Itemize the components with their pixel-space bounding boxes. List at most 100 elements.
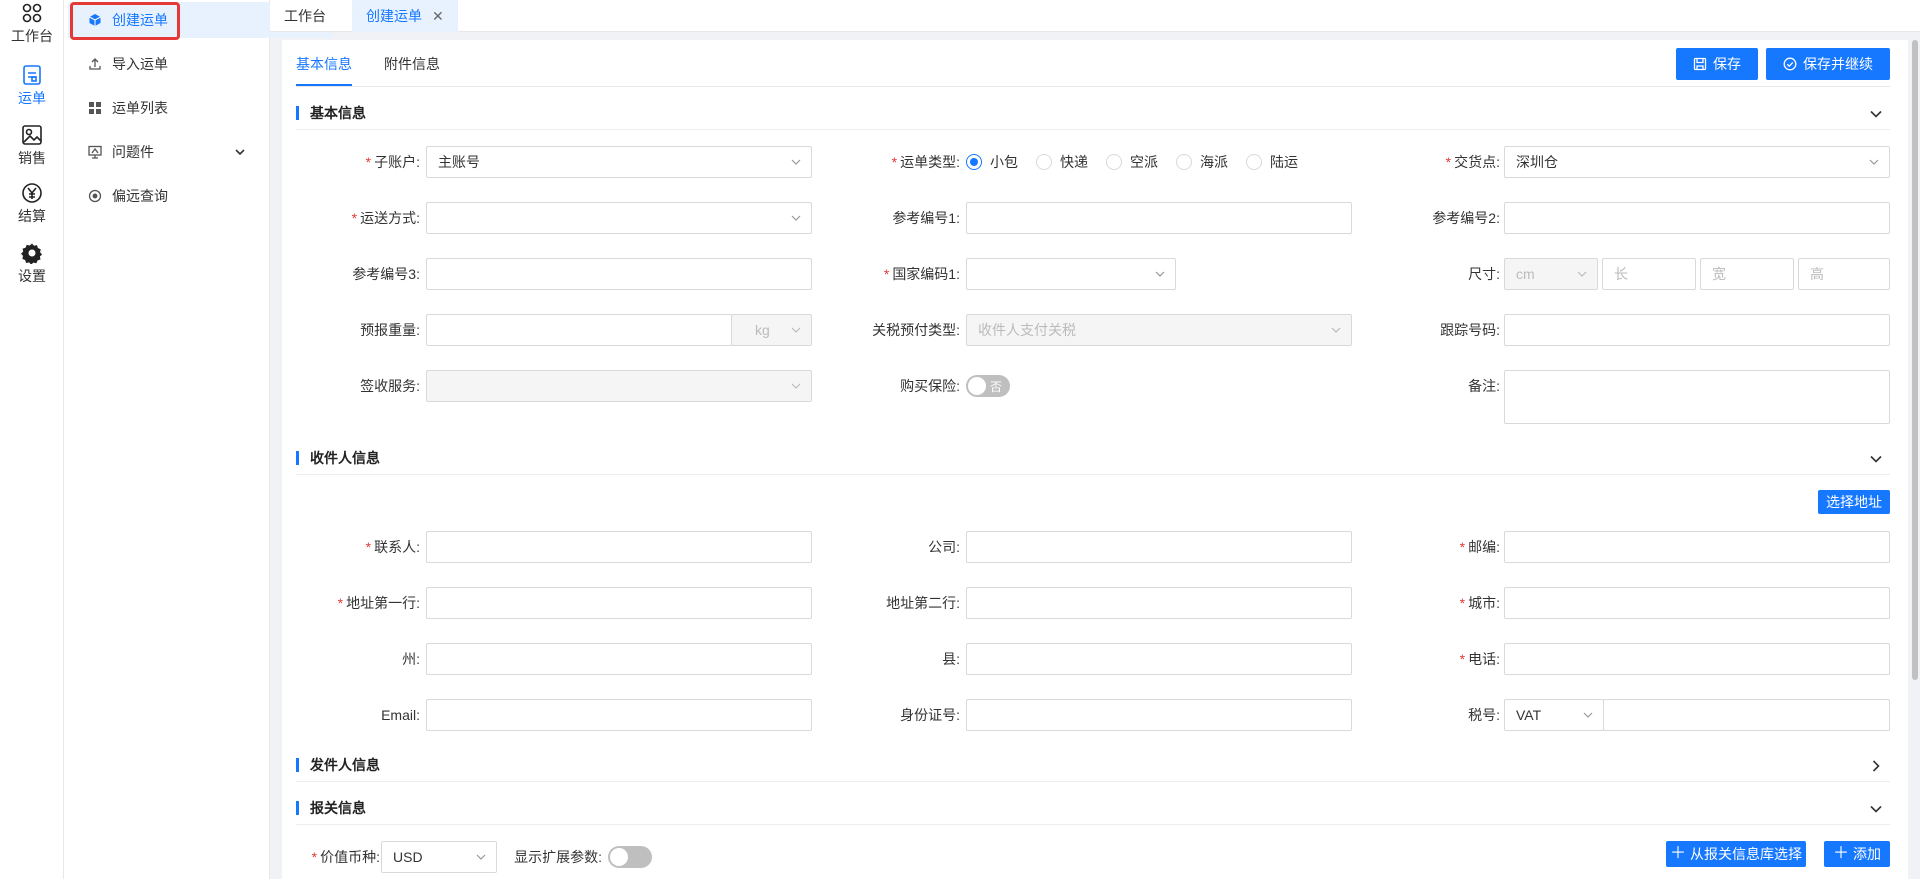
- page-tab-basic[interactable]: 基本信息: [296, 54, 352, 74]
- required-mark: *: [891, 154, 898, 170]
- contact-label: * 联系人:: [282, 531, 420, 563]
- rail-item-workbench[interactable]: 工作台: [0, 2, 64, 46]
- transport-select[interactable]: [426, 202, 812, 234]
- chevron-down-icon[interactable]: [1868, 801, 1884, 817]
- contact-input[interactable]: [426, 531, 812, 563]
- divider: [296, 824, 1890, 825]
- address1-label: * 地址第一行:: [282, 587, 420, 619]
- tab-create-waybill[interactable]: 创建运单 ✕: [352, 0, 458, 32]
- insurance-switch[interactable]: 否: [966, 375, 1010, 397]
- section-title-receiver: 收件人信息: [296, 448, 380, 468]
- length-input[interactable]: 长: [1602, 258, 1696, 290]
- height-input[interactable]: 高: [1798, 258, 1890, 290]
- company-input[interactable]: [966, 531, 1352, 563]
- delivery-point-label: * 交货点:: [1362, 146, 1500, 178]
- address1-input[interactable]: [426, 587, 812, 619]
- close-icon[interactable]: ✕: [432, 8, 444, 25]
- ref1-input[interactable]: [966, 202, 1352, 234]
- rail-item-sales[interactable]: 销售: [0, 124, 64, 168]
- rail-label: 设置: [18, 268, 46, 284]
- tab-label: 工作台: [284, 8, 326, 24]
- radio-land[interactable]: 陆运: [1246, 152, 1298, 172]
- rail-item-waybill[interactable]: 运单: [0, 64, 64, 108]
- section-title-customs: 报关信息: [296, 798, 366, 818]
- tax-prepay-select[interactable]: 收件人支付关税: [966, 314, 1352, 346]
- customs-library-button[interactable]: ＋ 从报关信息库选择: [1666, 841, 1806, 867]
- remark-textarea[interactable]: [1504, 370, 1890, 424]
- button-label: 从报关信息库选择: [1690, 846, 1802, 862]
- chevron-down-icon: [1583, 712, 1593, 718]
- weight-unit-select[interactable]: kg: [731, 314, 812, 346]
- plus-icon: ＋: [1670, 845, 1687, 862]
- delivery-point-select[interactable]: 深圳仓: [1504, 146, 1890, 178]
- rail-label: 结算: [18, 208, 46, 224]
- submenu-label: 偏远查询: [112, 188, 168, 204]
- radio-express[interactable]: 快递: [1036, 152, 1088, 172]
- radio-label: 快递: [1060, 154, 1088, 170]
- id-number-input[interactable]: [966, 699, 1352, 731]
- required-mark: *: [351, 210, 358, 226]
- label-text: 邮编:: [1468, 539, 1500, 555]
- save-continue-button[interactable]: 保存并继续: [1766, 48, 1890, 80]
- ext-params-switch[interactable]: [608, 846, 652, 868]
- email-field[interactable]: [426, 699, 812, 731]
- address2-label: 地址第二行:: [886, 595, 960, 611]
- city-input[interactable]: [1504, 587, 1890, 619]
- label-text: 运单类型:: [900, 154, 960, 170]
- width-input[interactable]: 宽: [1700, 258, 1794, 290]
- rail-item-settlement[interactable]: 结算: [0, 182, 64, 226]
- tax-number-input[interactable]: [1603, 699, 1890, 731]
- divider: [296, 129, 1890, 130]
- chevron-down-icon[interactable]: [1868, 106, 1884, 122]
- email-label: Email:: [381, 707, 420, 723]
- chevron-right-icon[interactable]: [1868, 758, 1884, 774]
- placeholder: 长: [1614, 266, 1628, 282]
- country-code-select[interactable]: [966, 258, 1176, 290]
- phone-input[interactable]: [1504, 643, 1890, 675]
- tracking-input[interactable]: [1504, 314, 1890, 346]
- radio-dot: [966, 154, 982, 170]
- submenu-label: 问题件: [112, 144, 154, 160]
- save-button[interactable]: 保存: [1676, 48, 1758, 80]
- required-mark: *: [1459, 651, 1466, 667]
- page-tab-attachments[interactable]: 附件信息: [384, 54, 440, 74]
- radio-small-parcel[interactable]: 小包: [966, 152, 1018, 172]
- grid-icon: [89, 102, 101, 114]
- tab-workbench[interactable]: 工作台: [270, 0, 340, 32]
- required-mark: *: [1445, 154, 1452, 170]
- ref2-input[interactable]: [1504, 202, 1890, 234]
- state-input[interactable]: [426, 643, 812, 675]
- ext-params-label: 显示扩展参数:: [514, 849, 602, 865]
- rail-item-settings[interactable]: 设置: [0, 242, 64, 286]
- sub-account-select[interactable]: 主账号: [426, 146, 812, 178]
- transport-label: * 运送方式:: [282, 202, 420, 234]
- scrollbar[interactable]: [1912, 40, 1918, 680]
- sub-menu: 创建运单 导入运单 运单列表 问题件 偏远查询: [64, 0, 332, 879]
- ref1-label: 参考编号1:: [892, 210, 960, 226]
- zip-label: * 邮编:: [1362, 531, 1500, 563]
- add-customs-button[interactable]: ＋ 添加: [1824, 841, 1890, 867]
- radio-dot: [1036, 154, 1052, 170]
- chevron-down-icon[interactable]: [1868, 451, 1884, 467]
- select-value: VAT: [1516, 707, 1542, 723]
- ref2-label: 参考编号2:: [1432, 210, 1500, 226]
- address2-input[interactable]: [966, 587, 1352, 619]
- submenu-label: 创建运单: [112, 12, 168, 28]
- tax-prepay-label: 关税预付类型:: [872, 322, 960, 338]
- size-unit-select[interactable]: cm: [1504, 258, 1598, 290]
- radio-air[interactable]: 空派: [1106, 152, 1158, 172]
- choose-address-button[interactable]: 选择地址: [1818, 490, 1890, 514]
- sign-service-select[interactable]: [426, 370, 812, 402]
- ref3-input[interactable]: [426, 258, 812, 290]
- tax-type-select[interactable]: VAT: [1504, 699, 1604, 731]
- weight-input[interactable]: [426, 314, 732, 346]
- chevron-down-icon: [791, 327, 801, 333]
- select-value: USD: [393, 849, 423, 865]
- radio-label: 海派: [1200, 154, 1228, 170]
- chevron-down-icon[interactable]: [234, 146, 246, 158]
- zip-input[interactable]: [1504, 531, 1890, 563]
- radio-sea[interactable]: 海派: [1176, 152, 1228, 172]
- rail-label: 销售: [18, 150, 46, 166]
- county-input[interactable]: [966, 643, 1352, 675]
- waybill-type-radios: 小包 快递 空派 海派 陆运: [966, 146, 1316, 178]
